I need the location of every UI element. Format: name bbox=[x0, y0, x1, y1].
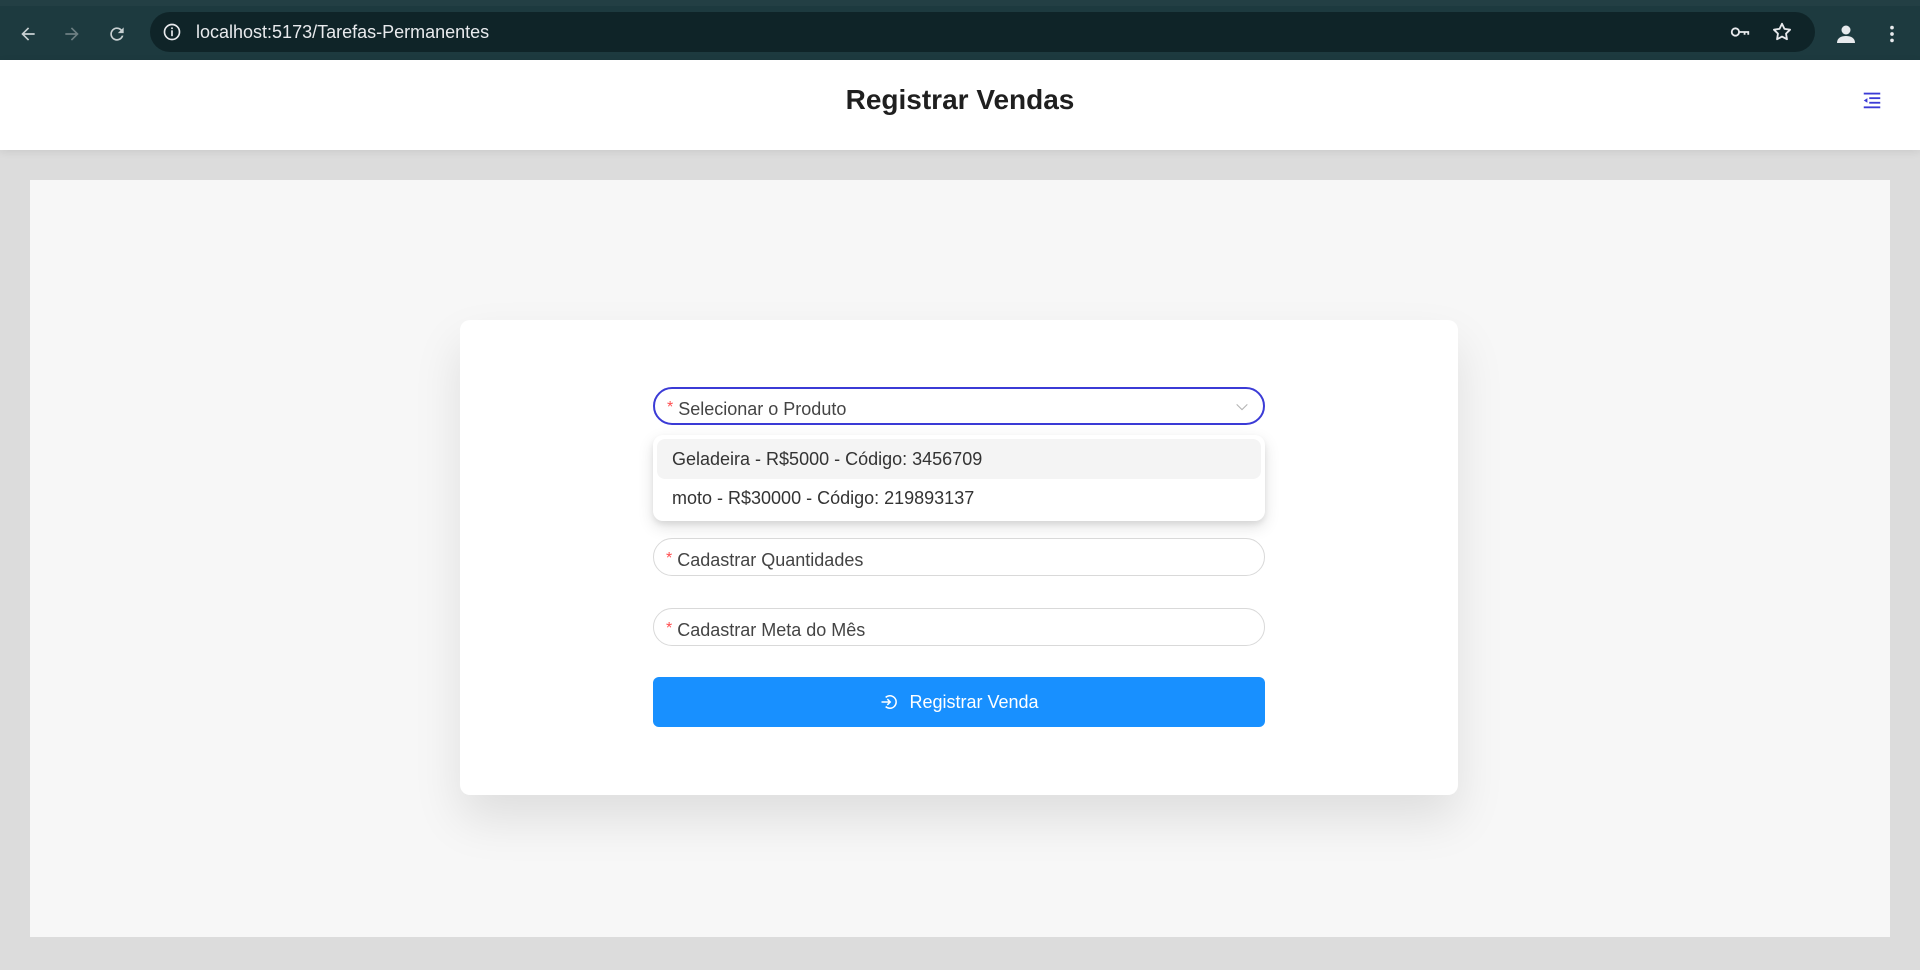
quantity-field[interactable]: * Cadastrar Quantidades bbox=[653, 538, 1265, 576]
sales-form-card: * Selecionar o Produto Geladeira - R$500… bbox=[460, 320, 1458, 795]
product-option[interactable]: moto - R$30000 - Código: 219893137 bbox=[657, 479, 1261, 517]
product-select-placeholder: Selecionar o Produto bbox=[678, 398, 847, 419]
key-icon[interactable] bbox=[1728, 20, 1752, 44]
forward-button[interactable] bbox=[56, 18, 88, 50]
required-mark: * bbox=[667, 399, 674, 416]
content-area: * Selecionar o Produto Geladeira - R$500… bbox=[30, 180, 1890, 937]
register-sale-label: Registrar Venda bbox=[909, 691, 1039, 712]
back-icon bbox=[21, 27, 35, 41]
monthly-goal-field[interactable]: * Cadastrar Meta do Mês bbox=[653, 608, 1265, 646]
forward-icon bbox=[65, 27, 79, 41]
required-mark: * bbox=[666, 550, 673, 567]
star-icon[interactable] bbox=[1770, 20, 1794, 44]
register-sale-button[interactable]: Registrar Venda bbox=[653, 677, 1265, 727]
product-dropdown: Geladeira - R$5000 - Código: 3456709 mot… bbox=[653, 435, 1265, 521]
profile-icon[interactable] bbox=[1832, 20, 1860, 48]
info-icon[interactable] bbox=[160, 20, 184, 44]
product-option[interactable]: Geladeira - R$5000 - Código: 3456709 bbox=[657, 439, 1261, 479]
reload-icon bbox=[110, 27, 124, 41]
menu-fold-icon[interactable] bbox=[1858, 86, 1886, 114]
back-button[interactable] bbox=[12, 18, 44, 50]
reload-button[interactable] bbox=[101, 18, 133, 50]
kebab-menu-icon[interactable] bbox=[1880, 20, 1904, 48]
quantity-placeholder: Cadastrar Quantidades bbox=[677, 549, 864, 570]
chevron-down-icon[interactable] bbox=[1233, 398, 1251, 416]
page-title: Registrar Vendas bbox=[845, 84, 1075, 115]
login-icon bbox=[879, 692, 899, 712]
app-header: Registrar Vendas bbox=[0, 60, 1920, 150]
required-mark: * bbox=[666, 620, 673, 637]
browser-toolbar: localhost:5173/Tarefas-Permanentes bbox=[0, 0, 1920, 60]
product-select[interactable]: * Selecionar o Produto bbox=[653, 387, 1265, 425]
monthly-goal-placeholder: Cadastrar Meta do Mês bbox=[677, 619, 866, 640]
url-text[interactable]: localhost:5173/Tarefas-Permanentes bbox=[196, 22, 489, 43]
address-bar[interactable]: localhost:5173/Tarefas-Permanentes bbox=[150, 12, 1815, 52]
